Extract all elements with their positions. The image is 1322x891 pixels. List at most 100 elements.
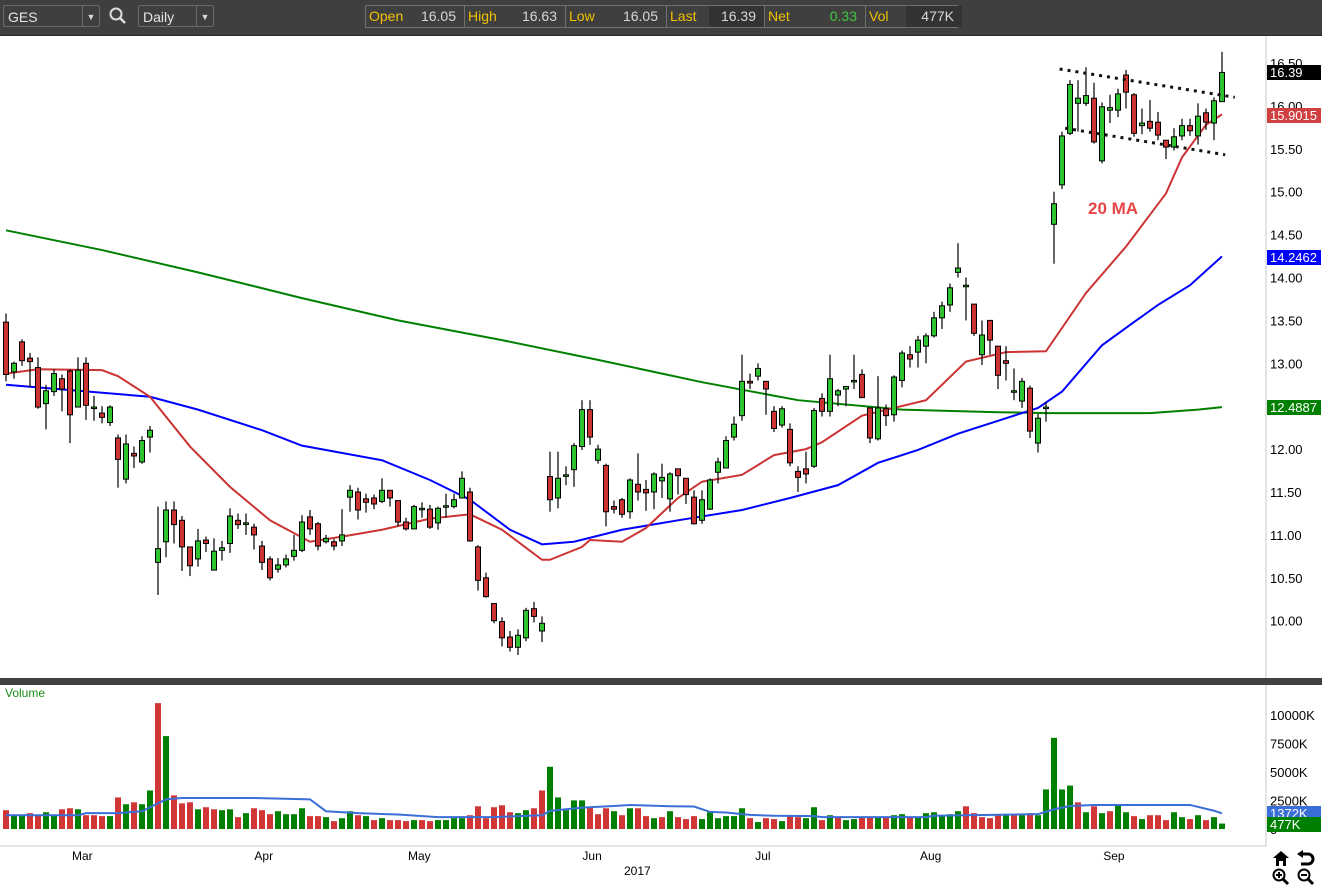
candle-body bbox=[35, 367, 41, 408]
candle-body bbox=[99, 412, 105, 418]
candle-body bbox=[259, 545, 265, 563]
candle-body bbox=[1083, 95, 1089, 104]
volume-bar bbox=[51, 815, 57, 829]
ma200-line bbox=[5, 229, 1223, 415]
volume-bar bbox=[267, 814, 273, 829]
candle-body bbox=[67, 370, 73, 416]
candle-body bbox=[395, 500, 401, 523]
candle-body bbox=[123, 443, 129, 480]
price-tick-label: 11.00 bbox=[1270, 528, 1302, 543]
candle-body bbox=[859, 373, 865, 399]
candle-body bbox=[483, 577, 489, 598]
volume-bar bbox=[195, 809, 201, 829]
candle-body bbox=[147, 429, 153, 438]
candle-body bbox=[691, 496, 697, 525]
volume-bar bbox=[251, 808, 257, 829]
ma20-tag: 15.9015 bbox=[1267, 108, 1321, 123]
candle-body bbox=[651, 473, 657, 493]
candle-body bbox=[1203, 112, 1209, 123]
volume-bar bbox=[443, 820, 449, 829]
volume-bar bbox=[147, 790, 153, 829]
candle-body bbox=[635, 483, 641, 493]
candle-body bbox=[787, 428, 793, 464]
candle-body bbox=[739, 380, 745, 417]
volume-bar bbox=[611, 811, 617, 829]
ma20-annotation: 20 MA bbox=[1088, 199, 1139, 218]
volume-bar bbox=[3, 810, 9, 829]
volume-bar bbox=[371, 820, 377, 829]
volume-bar bbox=[1187, 819, 1193, 829]
volume-bar bbox=[35, 815, 41, 829]
month-tick-label: Mar bbox=[72, 849, 93, 863]
volume-bar bbox=[627, 808, 633, 829]
volume-bar bbox=[451, 818, 457, 829]
volume-bar bbox=[387, 820, 393, 829]
volume-bar bbox=[291, 814, 297, 829]
candle-body bbox=[923, 335, 929, 347]
candle-body bbox=[139, 440, 145, 463]
volume-bar bbox=[875, 817, 881, 829]
volume-bar bbox=[139, 804, 145, 829]
candle-body bbox=[747, 380, 753, 384]
volume-bar bbox=[459, 818, 465, 829]
candle-body bbox=[155, 548, 161, 563]
volume-bar bbox=[643, 816, 649, 829]
volume-bar bbox=[107, 816, 113, 829]
chart-canvas[interactable]: 16.5016.0015.5015.0014.5014.0013.5013.00… bbox=[0, 0, 1322, 887]
volume-bar bbox=[539, 790, 545, 829]
candle-body bbox=[611, 506, 617, 510]
candle-body bbox=[475, 546, 481, 581]
candle-body bbox=[51, 373, 57, 393]
zoom-in-icon[interactable] bbox=[1271, 868, 1291, 886]
candle-body bbox=[755, 367, 761, 377]
candle-body bbox=[707, 479, 713, 510]
candle-body bbox=[811, 409, 817, 467]
candle-body bbox=[211, 550, 217, 571]
volume-bar bbox=[1115, 805, 1121, 829]
candle-body bbox=[819, 397, 825, 412]
volume-bar bbox=[1011, 815, 1017, 829]
volume-bar bbox=[683, 819, 689, 829]
home-icon[interactable] bbox=[1271, 849, 1291, 867]
candle-body bbox=[459, 477, 465, 499]
candle-body bbox=[115, 437, 121, 460]
volume-bar bbox=[531, 808, 537, 829]
volume-bar bbox=[795, 817, 801, 829]
volume-bar bbox=[123, 804, 129, 829]
candle-body bbox=[547, 476, 553, 501]
candle-body bbox=[699, 499, 705, 521]
candle-body bbox=[371, 497, 377, 505]
candle-body bbox=[659, 476, 665, 482]
volume-bar bbox=[411, 820, 417, 829]
panel-separator[interactable] bbox=[0, 678, 1322, 685]
volume-bar bbox=[595, 814, 601, 829]
volume-bar bbox=[651, 818, 657, 829]
volume-bar bbox=[619, 815, 625, 829]
volume-bar bbox=[315, 816, 321, 829]
candle-body bbox=[355, 491, 361, 511]
candle-body bbox=[1179, 125, 1185, 137]
volume-bar bbox=[275, 811, 281, 829]
candle-body bbox=[1027, 387, 1033, 432]
candle-body bbox=[451, 499, 457, 508]
candle-body bbox=[1147, 120, 1153, 129]
volume-bar bbox=[1131, 816, 1137, 829]
volume-bar bbox=[923, 813, 929, 829]
candle-body bbox=[307, 516, 313, 530]
volume-bar bbox=[347, 811, 353, 829]
candle-body bbox=[795, 470, 801, 478]
zoom-out-icon[interactable] bbox=[1296, 868, 1316, 886]
volume-bar bbox=[907, 817, 913, 829]
volume-bar bbox=[755, 822, 761, 829]
candle-body bbox=[851, 379, 857, 383]
candle-body bbox=[203, 539, 209, 544]
volume-tick-label: 5000K bbox=[1270, 765, 1308, 780]
undo-icon[interactable] bbox=[1296, 849, 1316, 867]
candle-body bbox=[219, 547, 225, 551]
volume-bar bbox=[1059, 789, 1065, 829]
candle-body bbox=[1059, 135, 1065, 186]
volume-bar bbox=[83, 815, 89, 829]
volume-bar bbox=[339, 818, 345, 829]
candle-body bbox=[955, 267, 961, 273]
last-price-tag: 16.39 bbox=[1267, 65, 1321, 80]
